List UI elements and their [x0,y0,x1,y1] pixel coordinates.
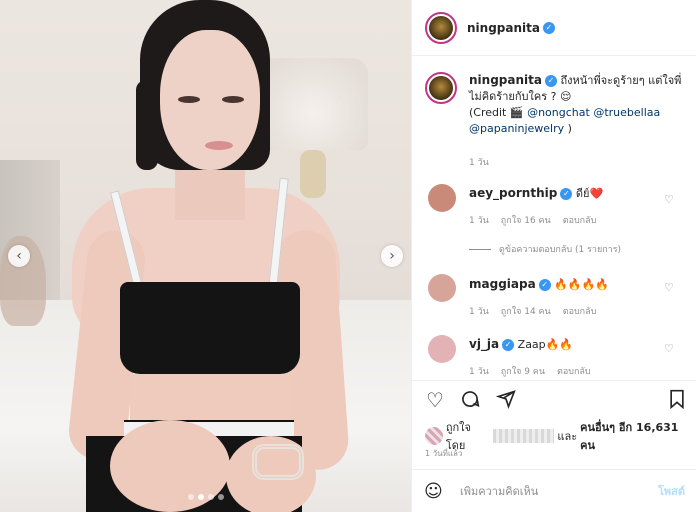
post-photo[interactable]: ‹ › [0,0,411,512]
caption-username[interactable]: ningpanita [469,73,542,87]
verified-badge-icon: ✓ [542,21,555,34]
comment-likes[interactable]: ถูกใจ 14 คน [501,307,551,317]
reply-button[interactable]: ตอบกลับ [563,307,597,317]
avatar[interactable] [428,274,456,302]
comment-emoji: ❤️ [589,187,604,200]
view-replies-label: ดูข้อความตอบกลับ (1 รายการ) [499,245,622,255]
header-username[interactable]: ningpanita [467,21,540,35]
comment-text: ดีย์ [575,187,590,200]
comment-body: aey_pornthip ✓ ดีย์❤️ [469,185,603,202]
carousel-dot [187,494,194,500]
comment-time: 1 วัน [469,216,489,226]
carousel-dot [217,494,224,500]
bookmark-icon[interactable] [668,389,686,413]
heart-icon[interactable]: ♡ [664,342,674,355]
likes-summary: ถูกใจโดย และ คนอื่นๆ อีก 16,631 คน [425,418,696,454]
comment-username[interactable]: aey_pornthip [469,186,557,200]
avatar[interactable] [425,427,443,445]
comment-emoji: 🔥🔥🔥🔥 [554,278,609,291]
comment-emoji: 🔥🔥 [545,338,574,351]
likes-others-link[interactable]: คนอื่นๆ อีก 16,631 คน [580,418,696,454]
comment-likes[interactable]: ถูกใจ 9 คน [501,367,545,377]
caption-time: 1 วัน [469,158,489,168]
verified-badge-icon: ✓ [538,279,551,291]
model-waist [130,374,290,426]
mention-link[interactable]: @papaninjewelry [469,122,564,135]
credit-suffix: ) [567,122,572,135]
carousel-dot [197,494,204,500]
carousel-dots [0,494,411,500]
chevron-left-icon[interactable]: ‹ [8,245,30,267]
emoji-icon[interactable]: ☺ [424,481,450,502]
comment-time: 1 วัน [469,307,489,317]
comment-username[interactable]: maggiapa [469,277,536,291]
comment-likes[interactable]: ถูกใจ 16 คน [501,216,551,226]
view-replies-button[interactable]: ดูข้อความตอบกลับ (1 รายการ) [469,242,621,256]
share-icon[interactable] [495,389,516,413]
comment-meta: 1 วัน ถูกใจ 14 คน ตอบกลับ [469,304,608,318]
reply-button[interactable]: ตอบกลับ [557,367,591,377]
blurred-username[interactable] [493,429,555,443]
black-top [120,282,300,374]
verified-badge-icon: ✓ [544,75,557,87]
caption: ningpanita ✓ ถึงหน้าพี่จะดูร้ายๆ แต่ใจพี่… [469,72,684,137]
clapper-icon: 🎬 [509,106,524,119]
model-eye-left [178,96,200,103]
bracelets [252,444,304,480]
comment-meta: 1 วัน ถูกใจ 16 คน ตอบกลับ [469,213,608,227]
post-time: 1 วันที่แล้ว [425,449,463,458]
avatar[interactable] [425,11,457,44]
verified-badge-icon: ✓ [560,188,573,200]
comment-time: 1 วัน [469,367,489,377]
comment-text: Zaap [517,338,546,351]
heart-icon[interactable]: ♡ [426,389,444,411]
add-comment-bar: ☺ โพสต์ [412,469,696,512]
model-lips [205,141,233,150]
lamp-shade [258,58,368,150]
lamp-base [300,150,326,198]
heart-icon[interactable]: ♡ [664,281,674,294]
comment-meta: 1 วัน ถูกใจ 9 คน ตอบกลับ [469,364,603,378]
comment-body: maggiapa ✓ 🔥🔥🔥🔥 [469,276,609,293]
avatar[interactable] [428,184,456,212]
reply-button[interactable]: ตอบกลับ [563,216,597,226]
mention-link[interactable]: @truebellaa [593,106,660,119]
post-button[interactable]: โพสต์ [658,482,685,500]
comment-input[interactable] [460,484,658,498]
carousel-dot [207,494,214,500]
verified-badge-icon: ✓ [502,339,515,351]
heart-icon[interactable]: ♡ [664,193,674,206]
mention-link[interactable]: @nongchat [527,106,590,119]
post-side-panel: ningpanita ✓ ningpanita ✓ ถึงหน้าพี่จะดูร… [411,0,696,512]
chevron-right-icon[interactable]: › [381,245,403,267]
likes-middle: และ [557,430,578,443]
avatar[interactable] [428,335,456,363]
comment-icon[interactable] [460,389,480,413]
comment-body: vj_ja ✓ Zaap🔥🔥 [469,336,573,353]
caption-emoji: 😌 [559,90,572,103]
divider [412,380,696,381]
caption-avatar[interactable] [425,72,457,104]
credit-prefix: (Credit [469,106,507,119]
model-eye-right [222,96,244,103]
comment-username[interactable]: vj_ja [469,337,499,351]
post-header: ningpanita ✓ [412,0,696,56]
